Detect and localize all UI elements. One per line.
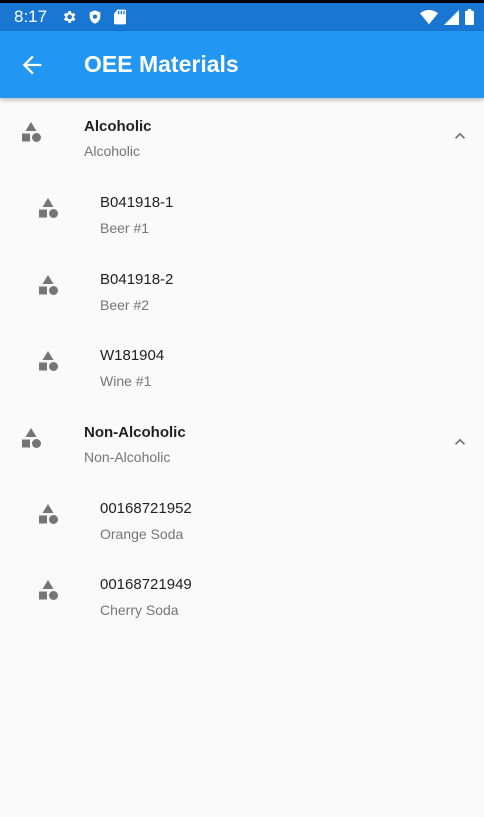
group-subtitle: Alcoholic — [84, 143, 141, 159]
app-bar: OEE Materials — [0, 31, 484, 98]
status-bar: 8:17 — [0, 0, 484, 31]
item-subtitle: Wine #1 — [100, 373, 152, 389]
shield-icon — [89, 10, 101, 24]
category-icon — [22, 122, 41, 142]
status-icons-left — [61, 9, 127, 25]
chevron-up-icon[interactable] — [450, 432, 470, 452]
item-title: W181904 — [100, 347, 165, 364]
list-item[interactable]: W181904 Wine #1 — [0, 327, 484, 404]
status-time: 8:17 — [14, 7, 48, 26]
chevron-up-icon[interactable] — [450, 126, 470, 146]
list-item[interactable]: B041918-1 Beer #1 — [0, 174, 484, 251]
sd-card-icon — [114, 9, 126, 25]
list-item[interactable]: 00168721949 Cherry Soda — [0, 556, 484, 633]
item-title: B041918-2 — [100, 270, 174, 288]
wifi-icon — [420, 9, 438, 24]
item-title: B041918-1 — [100, 194, 174, 211]
item-subtitle: Beer #2 — [100, 296, 150, 313]
list-item[interactable]: B041918-2 Beer #2 — [0, 251, 484, 328]
group-subtitle: Non-Alcoholic — [84, 448, 171, 465]
group-title: Alcoholic — [84, 118, 152, 135]
materials-list: Alcoholic Alcoholic B041918-1 Beer #1 B0… — [0, 98, 484, 633]
category-icon — [39, 198, 58, 218]
category-icon — [39, 503, 58, 524]
gear-icon — [63, 11, 76, 23]
group-header-alcoholic[interactable]: Alcoholic Alcoholic — [0, 98, 484, 174]
arrow-back-icon[interactable] — [18, 51, 46, 79]
item-subtitle: Orange Soda — [100, 525, 184, 542]
category-icon — [22, 427, 41, 448]
list-item[interactable]: 00168721952 Orange Soda — [0, 480, 484, 557]
page-title: OEE Materials — [84, 51, 239, 77]
item-subtitle: Beer #1 — [100, 220, 150, 236]
battery-icon — [465, 9, 474, 25]
signal-icon — [444, 9, 459, 25]
category-icon — [39, 274, 58, 295]
category-icon — [39, 351, 58, 371]
status-icons-right — [420, 9, 474, 25]
group-header-non-alcoholic[interactable]: Non-Alcoholic Non-Alcoholic — [0, 404, 484, 480]
item-title: 00168721949 — [100, 576, 192, 593]
item-title: 00168721952 — [100, 499, 192, 517]
group-title: Non-Alcoholic — [84, 423, 186, 441]
category-icon — [39, 580, 58, 600]
item-subtitle: Cherry Soda — [100, 602, 179, 618]
